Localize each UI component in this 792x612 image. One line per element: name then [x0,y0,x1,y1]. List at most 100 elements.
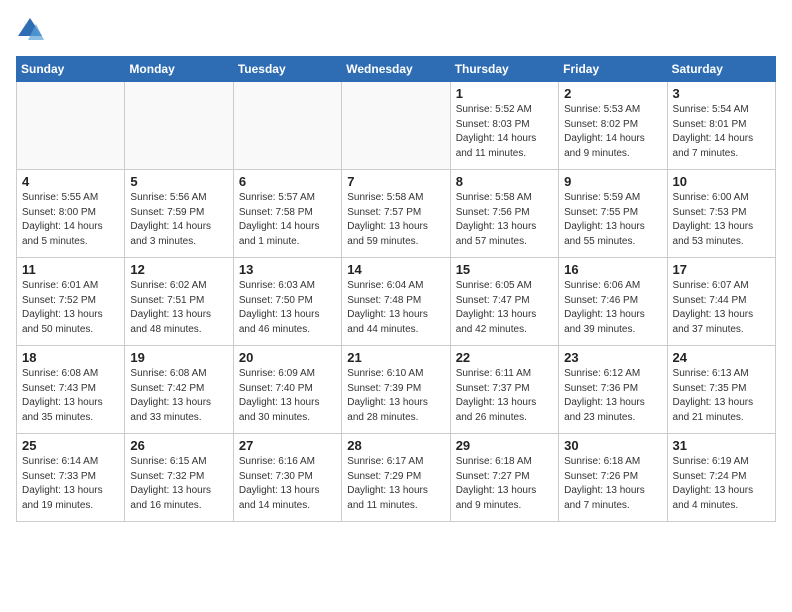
day-number: 20 [239,350,336,365]
day-number: 26 [130,438,227,453]
day-cell: 23 Sunrise: 6:12 AM Sunset: 7:36 PM Dayli… [559,346,667,434]
day-cell: 3 Sunrise: 5:54 AM Sunset: 8:01 PM Daylig… [667,82,775,170]
day-number: 11 [22,262,119,277]
page-header [16,16,776,44]
day-number: 30 [564,438,661,453]
day-number: 16 [564,262,661,277]
day-cell: 26 Sunrise: 6:15 AM Sunset: 7:32 PM Dayli… [125,434,233,522]
day-cell: 5 Sunrise: 5:56 AM Sunset: 7:59 PM Daylig… [125,170,233,258]
day-info: Sunrise: 6:08 AM Sunset: 7:42 PM Dayligh… [130,367,227,425]
day-cell: 12Sunrise: 6:02 AM Sunset: 7:51 PM Dayli… [125,258,233,346]
day-cell: 22Sunrise: 6:11 AM Sunset: 7:37 PM Dayli… [450,346,558,434]
day-cell: 24Sunrise: 6:13 AM Sunset: 7:35 PM Dayli… [667,346,775,434]
day-info: Sunrise: 6:19 AM Sunset: 7:24 PM Dayligh… [673,455,770,513]
day-cell: 30 Sunrise: 6:18 AM Sunset: 7:26 PM Dayli… [559,434,667,522]
day-info: Sunrise: 6:08 AM Sunset: 7:43 PM Dayligh… [22,367,119,425]
col-header-thursday: Thursday [450,57,558,82]
day-number: 1 [456,86,553,101]
day-cell: 21 Sunrise: 6:10 AM Sunset: 7:39 PM Dayli… [342,346,450,434]
day-cell: 28 Sunrise: 6:17 AM Sunset: 7:29 PM Dayli… [342,434,450,522]
day-info: Sunrise: 5:52 AM Sunset: 8:03 PM Dayligh… [456,103,553,161]
day-info: Sunrise: 5:53 AM Sunset: 8:02 PM Dayligh… [564,103,661,161]
day-cell [125,82,233,170]
day-info: Sunrise: 6:12 AM Sunset: 7:36 PM Dayligh… [564,367,661,425]
day-number: 28 [347,438,444,453]
day-info: Sunrise: 6:18 AM Sunset: 7:26 PM Dayligh… [564,455,661,513]
week-row-2: 4 Sunrise: 5:55 AM Sunset: 8:00 PM Daylig… [17,170,776,258]
day-info: Sunrise: 5:58 AM Sunset: 7:56 PM Dayligh… [456,191,553,249]
day-number: 21 [347,350,444,365]
day-info: Sunrise: 6:15 AM Sunset: 7:32 PM Dayligh… [130,455,227,513]
day-cell: 14Sunrise: 6:04 AM Sunset: 7:48 PM Dayli… [342,258,450,346]
day-info: Sunrise: 6:03 AM Sunset: 7:50 PM Dayligh… [239,279,336,337]
col-header-tuesday: Tuesday [233,57,341,82]
day-cell: 17 Sunrise: 6:07 AM Sunset: 7:44 PM Dayli… [667,258,775,346]
week-row-1: 1 Sunrise: 5:52 AM Sunset: 8:03 PM Daylig… [17,82,776,170]
day-info: Sunrise: 6:00 AM Sunset: 7:53 PM Dayligh… [673,191,770,249]
day-info: Sunrise: 6:14 AM Sunset: 7:33 PM Dayligh… [22,455,119,513]
day-number: 17 [673,262,770,277]
day-info: Sunrise: 6:09 AM Sunset: 7:40 PM Dayligh… [239,367,336,425]
day-cell: 11 Sunrise: 6:01 AM Sunset: 7:52 PM Dayli… [17,258,125,346]
day-cell: 31 Sunrise: 6:19 AM Sunset: 7:24 PM Dayli… [667,434,775,522]
day-number: 10 [673,174,770,189]
day-cell: 18 Sunrise: 6:08 AM Sunset: 7:43 PM Dayli… [17,346,125,434]
day-cell: 19 Sunrise: 6:08 AM Sunset: 7:42 PM Dayli… [125,346,233,434]
col-header-monday: Monday [125,57,233,82]
day-number: 25 [22,438,119,453]
day-info: Sunrise: 5:57 AM Sunset: 7:58 PM Dayligh… [239,191,336,249]
day-cell: 27Sunrise: 6:16 AM Sunset: 7:30 PM Dayli… [233,434,341,522]
day-number: 23 [564,350,661,365]
col-header-saturday: Saturday [667,57,775,82]
day-number: 31 [673,438,770,453]
day-cell: 8 Sunrise: 5:58 AM Sunset: 7:56 PM Daylig… [450,170,558,258]
day-number: 29 [456,438,553,453]
day-cell: 20 Sunrise: 6:09 AM Sunset: 7:40 PM Dayli… [233,346,341,434]
day-number: 5 [130,174,227,189]
day-cell [342,82,450,170]
day-cell: 29 Sunrise: 6:18 AM Sunset: 7:27 PM Dayli… [450,434,558,522]
day-number: 2 [564,86,661,101]
day-info: Sunrise: 6:07 AM Sunset: 7:44 PM Dayligh… [673,279,770,337]
header-row: SundayMondayTuesdayWednesdayThursdayFrid… [17,57,776,82]
day-info: Sunrise: 6:05 AM Sunset: 7:47 PM Dayligh… [456,279,553,337]
day-number: 7 [347,174,444,189]
day-number: 14 [347,262,444,277]
day-cell: 9 Sunrise: 5:59 AM Sunset: 7:55 PM Daylig… [559,170,667,258]
day-number: 9 [564,174,661,189]
day-info: Sunrise: 6:16 AM Sunset: 7:30 PM Dayligh… [239,455,336,513]
logo [16,16,48,44]
day-number: 4 [22,174,119,189]
day-number: 15 [456,262,553,277]
day-number: 12 [130,262,227,277]
day-number: 3 [673,86,770,101]
col-header-friday: Friday [559,57,667,82]
calendar-table: SundayMondayTuesdayWednesdayThursdayFrid… [16,56,776,522]
day-info: Sunrise: 6:17 AM Sunset: 7:29 PM Dayligh… [347,455,444,513]
day-number: 6 [239,174,336,189]
day-info: Sunrise: 5:59 AM Sunset: 7:55 PM Dayligh… [564,191,661,249]
day-number: 19 [130,350,227,365]
day-number: 8 [456,174,553,189]
day-info: Sunrise: 5:54 AM Sunset: 8:01 PM Dayligh… [673,103,770,161]
day-info: Sunrise: 6:18 AM Sunset: 7:27 PM Dayligh… [456,455,553,513]
week-row-5: 25 Sunrise: 6:14 AM Sunset: 7:33 PM Dayli… [17,434,776,522]
day-info: Sunrise: 5:55 AM Sunset: 8:00 PM Dayligh… [22,191,119,249]
day-cell: 4 Sunrise: 5:55 AM Sunset: 8:00 PM Daylig… [17,170,125,258]
day-info: Sunrise: 6:01 AM Sunset: 7:52 PM Dayligh… [22,279,119,337]
day-cell: 13 Sunrise: 6:03 AM Sunset: 7:50 PM Dayli… [233,258,341,346]
day-cell: 1 Sunrise: 5:52 AM Sunset: 8:03 PM Daylig… [450,82,558,170]
day-cell: 16 Sunrise: 6:06 AM Sunset: 7:46 PM Dayli… [559,258,667,346]
day-cell: 10 Sunrise: 6:00 AM Sunset: 7:53 PM Dayli… [667,170,775,258]
day-info: Sunrise: 6:13 AM Sunset: 7:35 PM Dayligh… [673,367,770,425]
day-info: Sunrise: 6:06 AM Sunset: 7:46 PM Dayligh… [564,279,661,337]
day-info: Sunrise: 5:56 AM Sunset: 7:59 PM Dayligh… [130,191,227,249]
day-cell [17,82,125,170]
col-header-wednesday: Wednesday [342,57,450,82]
day-cell: 15 Sunrise: 6:05 AM Sunset: 7:47 PM Dayli… [450,258,558,346]
col-header-sunday: Sunday [17,57,125,82]
day-info: Sunrise: 6:10 AM Sunset: 7:39 PM Dayligh… [347,367,444,425]
day-number: 18 [22,350,119,365]
day-number: 22 [456,350,553,365]
day-number: 13 [239,262,336,277]
